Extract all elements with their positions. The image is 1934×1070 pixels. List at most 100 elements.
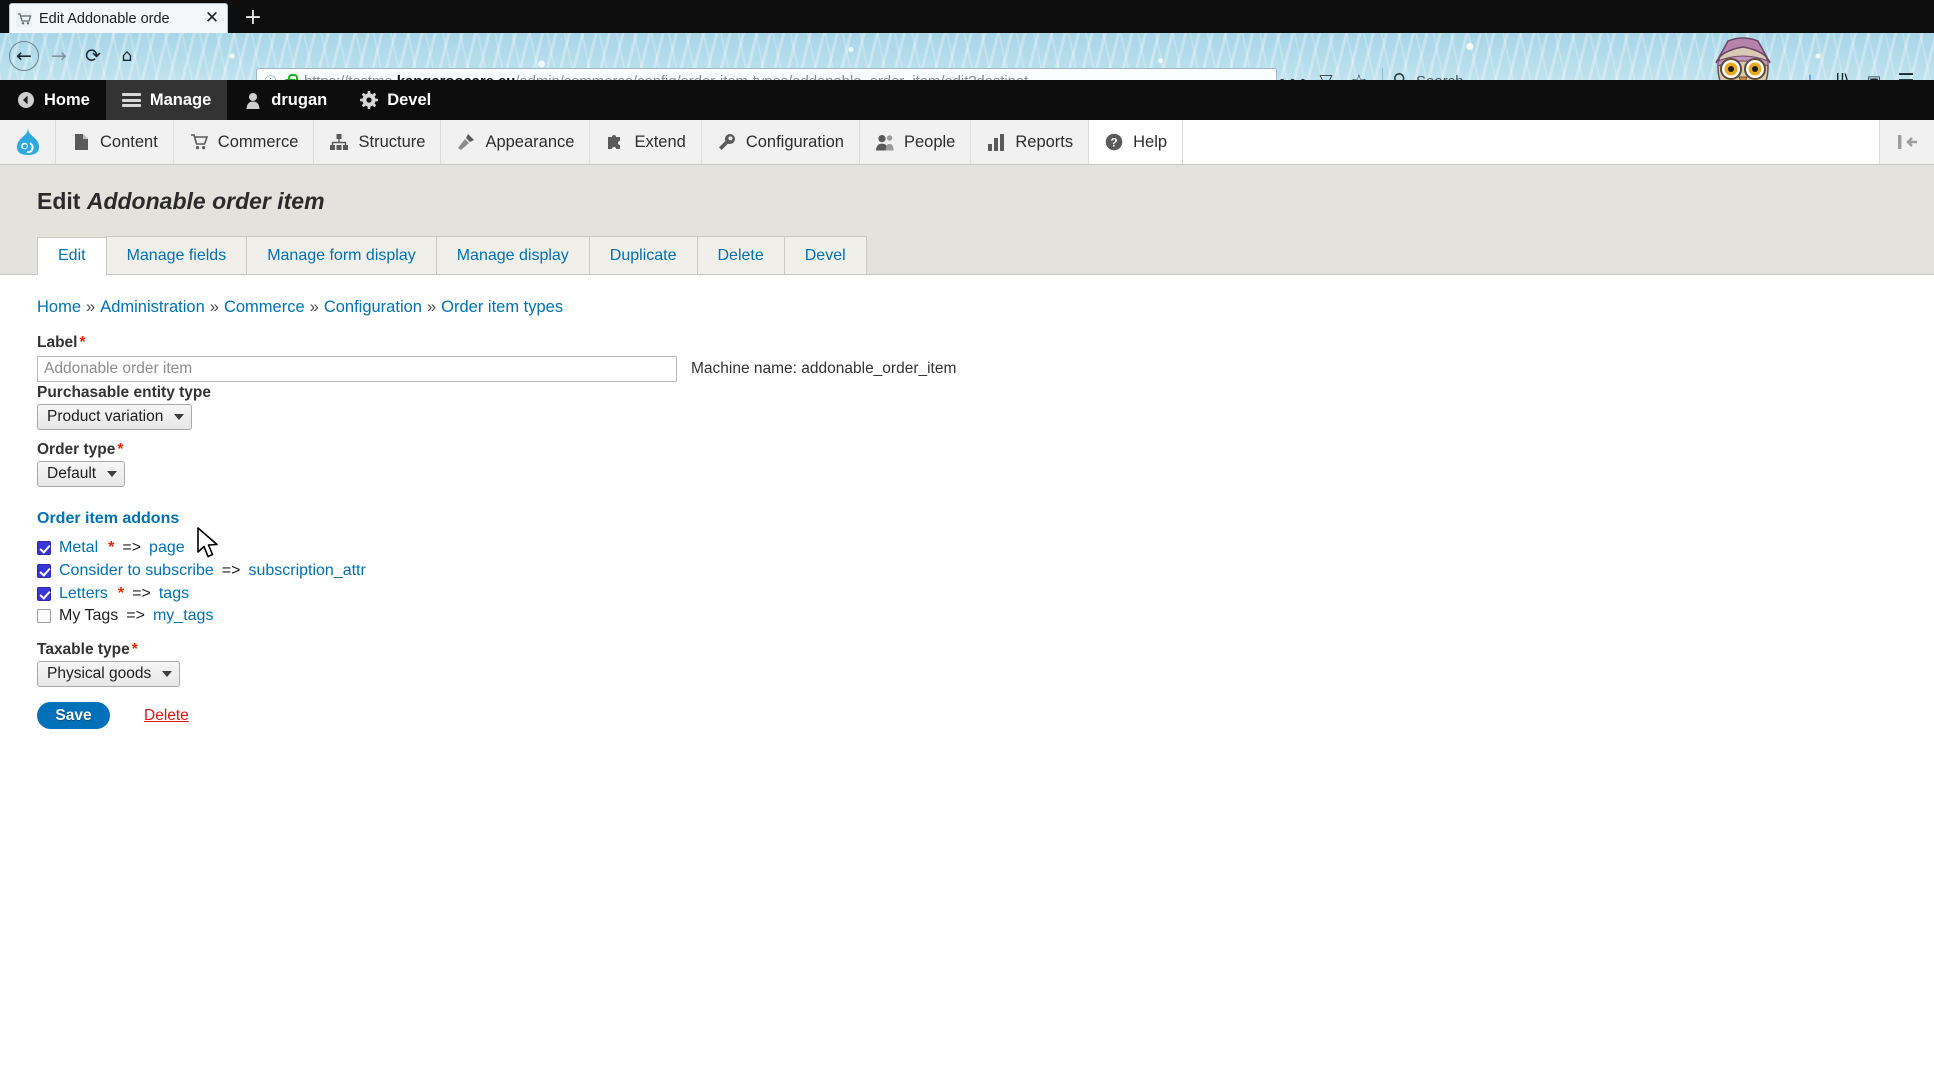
page-title: Edit Addonable order item [37, 188, 325, 215]
shopping-cart-favicon [16, 10, 32, 27]
paintbrush-icon [456, 132, 476, 152]
order-type-select[interactable]: Default [37, 461, 126, 487]
purchasable-entity-type-label: Purchasable entity type [37, 384, 211, 402]
wrench-icon [717, 132, 737, 152]
tab-strip: Edit Addonable orde ✕ + [0, 0, 1934, 33]
toolbar-item-user[interactable]: drugan [227, 80, 343, 120]
hamburger-icon [121, 91, 141, 110]
addon-checkbox-metal[interactable] [37, 541, 51, 555]
menu-item-people[interactable]: People [860, 120, 972, 164]
primary-tabs: Edit Manage fields Manage form display M… [0, 236, 1934, 275]
label-field-group: Label * [37, 334, 86, 352]
tab-title: Edit Addonable orde [39, 10, 170, 27]
people-icon [875, 132, 895, 152]
close-icon[interactable]: ✕ [203, 10, 221, 28]
purchasable-entity-type-select[interactable]: Product variation [37, 404, 193, 430]
addon-checkbox-letters[interactable] [37, 587, 51, 601]
navigation-toolbar: ← → ⟳ ⌂ ⓘ https://testme.kangaroocare.eu… [0, 33, 1934, 114]
tab-manage-fields[interactable]: Manage fields [105, 236, 247, 274]
order-type-label: Order type * [37, 441, 123, 459]
reload-icon[interactable]: ⟳ [78, 41, 108, 71]
menu-item-appearance[interactable]: Appearance [441, 120, 591, 164]
label-field-label-text: Label [37, 334, 78, 351]
browser-window: Edit Addonable orde ✕ + ← → ⟳ ⌂ ⓘ https:… [0, 0, 1934, 1070]
toolbar-item-devel-label: Devel [387, 90, 432, 109]
tab-edit[interactable]: Edit [37, 237, 106, 275]
addon-row-consider-to-subscribe: Consider to subscribe => subscription_at… [37, 560, 366, 582]
addon-arrow: => [126, 607, 145, 624]
menu-item-content-label: Content [100, 132, 158, 151]
browser-tab[interactable]: Edit Addonable orde ✕ [9, 3, 228, 33]
addon-label-letters[interactable]: Letters [59, 586, 108, 602]
taxable-type-select[interactable]: Physical goods [37, 661, 181, 687]
menu-item-configuration[interactable]: Configuration [702, 120, 860, 164]
menu-item-reports[interactable]: Reports [971, 120, 1090, 164]
svg-text:?: ? [1111, 137, 1118, 149]
bar-chart-icon [986, 132, 1006, 152]
addon-row-letters: Letters * => tags [37, 583, 189, 605]
chevron-down-icon [174, 414, 185, 420]
breadcrumb-administration[interactable]: Administration [100, 298, 205, 316]
tab-manage-display[interactable]: Manage display [435, 236, 589, 274]
menu-item-help[interactable]: ? Help [1089, 120, 1184, 164]
new-tab-button[interactable]: + [238, 4, 268, 31]
question-icon: ? [1104, 132, 1124, 152]
breadcrumb-configuration[interactable]: Configuration [324, 298, 422, 316]
menu-item-structure[interactable]: Structure [314, 120, 442, 164]
menu-bar-spacer [1183, 120, 1880, 164]
addon-checkbox-consider-to-subscribe[interactable] [37, 564, 51, 578]
toolbar-item-home[interactable]: Home [0, 80, 106, 120]
label-field-row: Machine name: addonable_order_item [37, 356, 956, 382]
toolbar-item-user-label: drugan [271, 90, 328, 109]
user-icon [243, 91, 262, 110]
addon-checkbox-my-tags[interactable] [37, 609, 51, 623]
page-content: Home» Administration» Commerce» Configurati… [0, 276, 1934, 1070]
drupal-admin-toolbar: Home Manage drugan Devel [0, 80, 1934, 120]
breadcrumb-sep-1: » [86, 298, 96, 316]
label-input[interactable] [37, 356, 677, 382]
required-marker: * [131, 641, 138, 658]
addon-arrow: => [122, 539, 142, 556]
addon-machine-metal[interactable]: page [149, 540, 185, 556]
menu-item-commerce[interactable]: Commerce [174, 120, 315, 164]
home-icon[interactable]: ⌂ [112, 41, 142, 71]
toolbar-item-devel[interactable]: Devel [343, 80, 447, 120]
page-title-prefix: Edit [37, 188, 81, 214]
toolbar-orientation-icon[interactable] [1880, 120, 1934, 164]
puzzle-icon [605, 132, 625, 152]
drupal-menu-bar: Content Commerce Structure Appearance Ex… [0, 120, 1934, 165]
toolbar-item-manage[interactable]: Manage [105, 80, 228, 120]
delete-link[interactable]: Delete [144, 707, 189, 725]
purchasable-entity-type-value: Product variation [47, 408, 164, 425]
forward-icon[interactable]: → [44, 41, 74, 71]
menu-item-reports-label: Reports [1015, 132, 1074, 151]
order-type-value: Default [47, 465, 97, 482]
addon-label-consider-to-subscribe[interactable]: Consider to subscribe [59, 563, 214, 579]
addon-machine-my-tags[interactable]: my_tags [153, 608, 213, 624]
addon-label-metal[interactable]: Metal [59, 540, 98, 556]
form-actions: Save Delete [37, 702, 189, 729]
save-button[interactable]: Save [37, 702, 110, 729]
toolbar-item-home-label: Home [44, 90, 90, 109]
order-type-select-row: Default [37, 461, 126, 487]
breadcrumb-home[interactable]: Home [37, 298, 81, 316]
drupal-logo[interactable] [0, 120, 56, 164]
gear-icon [359, 91, 378, 110]
menu-item-content[interactable]: Content [56, 120, 174, 164]
menu-item-appearance-label: Appearance [485, 132, 575, 151]
menu-item-people-label: People [903, 132, 956, 151]
label-field-label: Label * [37, 334, 86, 352]
addon-arrow: => [132, 585, 151, 602]
tab-duplicate[interactable]: Duplicate [588, 236, 697, 274]
tab-delete[interactable]: Delete [696, 236, 784, 274]
tab-manage-form-display[interactable]: Manage form display [246, 236, 436, 274]
tab-devel[interactable]: Devel [783, 236, 867, 274]
addon-machine-consider-to-subscribe[interactable]: subscription_attr [248, 563, 365, 579]
addon-machine-letters[interactable]: tags [159, 586, 189, 602]
breadcrumb-commerce[interactable]: Commerce [224, 298, 305, 316]
breadcrumb-sep-3: » [309, 298, 319, 316]
back-icon[interactable]: ← [9, 41, 39, 71]
menu-item-extend[interactable]: Extend [590, 120, 702, 164]
breadcrumb-order-item-types[interactable]: Order item types [441, 298, 563, 316]
file-icon [71, 132, 91, 152]
